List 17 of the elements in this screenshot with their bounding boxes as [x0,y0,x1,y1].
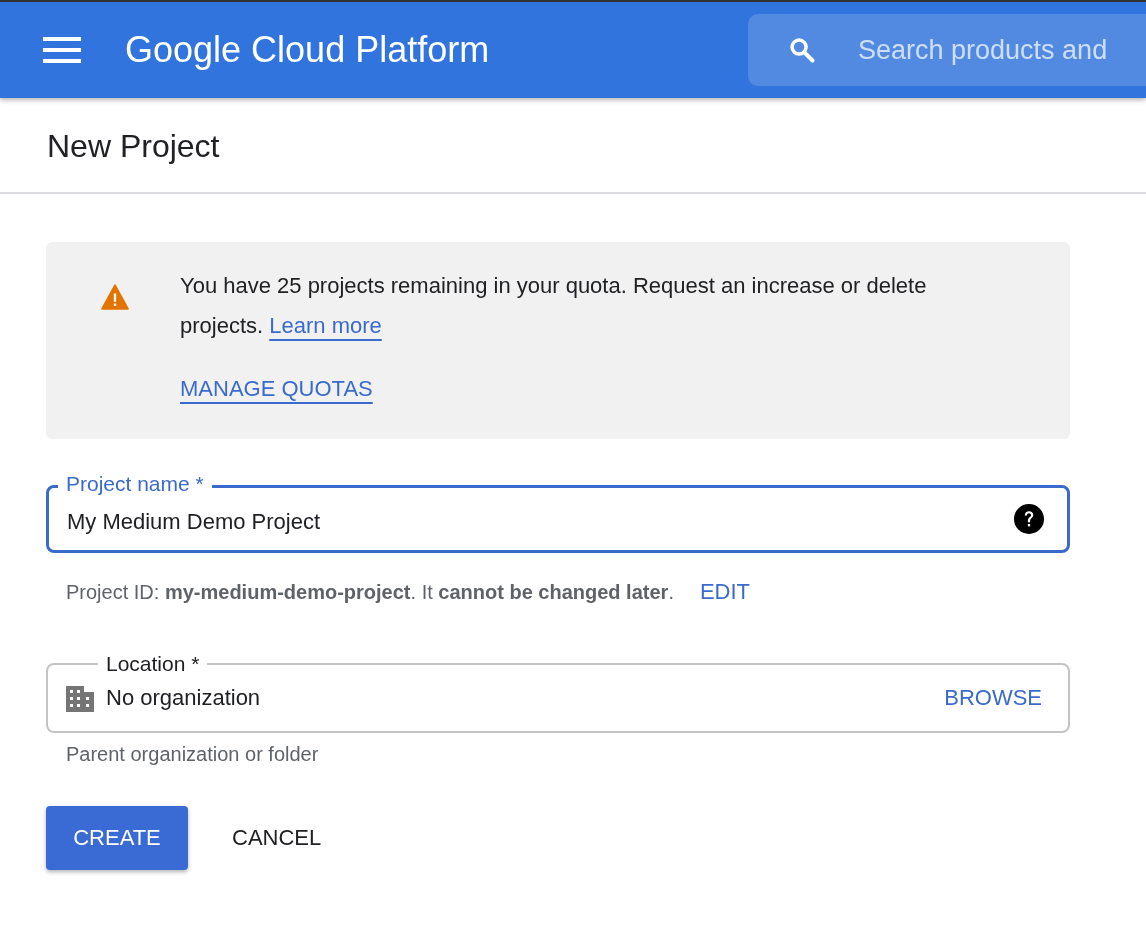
manage-quotas-link[interactable]: MANAGE QUOTAS [180,376,373,402]
project-id-hint: Project ID: my-medium-demo-project. It cannot be changed later. [66,580,674,604]
location-value: No organization [106,685,262,711]
action-button[interactable]: CANCEL [208,806,346,870]
help-icon[interactable] [1014,504,1044,534]
learn-more-link[interactable]: Learn more [269,313,382,338]
notice-text: You have 25 projects remaining in your quota. Request an increase or delete projects. Learn more [180,272,928,340]
browse-button[interactable]: BROWSE [944,685,1042,711]
warning-icon [100,284,130,310]
location-hint: Parent organization or folder [65,743,320,766]
action-button[interactable]: CREATE [46,806,188,870]
search-icon [788,36,816,64]
building-icon [66,684,94,712]
menu-icon[interactable] [43,37,81,63]
page-title: New Project [46,127,221,166]
app-title: Google Cloud Platform [125,29,490,71]
edit-link[interactable]: EDIT [699,579,751,605]
